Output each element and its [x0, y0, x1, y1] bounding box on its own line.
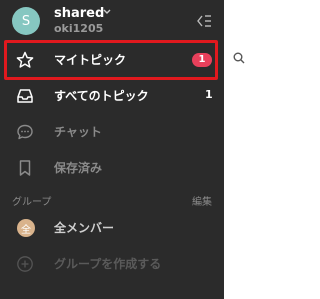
group-avatar: 全: [17, 219, 35, 237]
workspace-name[interactable]: shared: [54, 6, 104, 21]
nav-item-all-topics[interactable]: すべてのトピック 1: [0, 78, 224, 114]
nav-item-label: すべてのトピック: [54, 89, 149, 103]
group-item-all-members[interactable]: 全 全メンバー: [0, 210, 224, 246]
create-group-item[interactable]: グループを作成する: [0, 246, 224, 282]
create-group-label: グループを作成する: [54, 257, 162, 271]
bookmark-icon: [19, 160, 31, 176]
topic-count: 1: [205, 88, 213, 101]
workspace-user-id: oki1205: [54, 22, 104, 35]
nav-item-label: 保存済み: [54, 161, 103, 175]
nav-item-chat[interactable]: チャット: [0, 114, 224, 150]
search-icon[interactable]: [233, 52, 245, 64]
add-circle-icon: [17, 256, 33, 272]
nav-item-label: チャット: [54, 125, 102, 139]
main-content-edge: [224, 0, 246, 299]
chevron-down-icon[interactable]: [102, 7, 112, 17]
edit-groups-link[interactable]: 編集: [192, 193, 212, 208]
section-title-groups: グループ: [12, 197, 52, 208]
workspace-avatar[interactable]: S: [12, 7, 40, 35]
inbox-icon: [17, 89, 33, 103]
highlight-box: [4, 40, 218, 80]
collapse-sidebar-icon[interactable]: [196, 14, 212, 28]
nav-item-saved[interactable]: 保存済み: [0, 150, 224, 186]
sidebar: S shared oki1205 マイトピック 1 すべてのトピック 1 チャッ…: [0, 0, 224, 299]
workspace-header[interactable]: S shared oki1205: [0, 0, 224, 38]
chat-bubble-icon: [17, 124, 33, 140]
group-item-label: 全メンバー: [54, 221, 115, 235]
